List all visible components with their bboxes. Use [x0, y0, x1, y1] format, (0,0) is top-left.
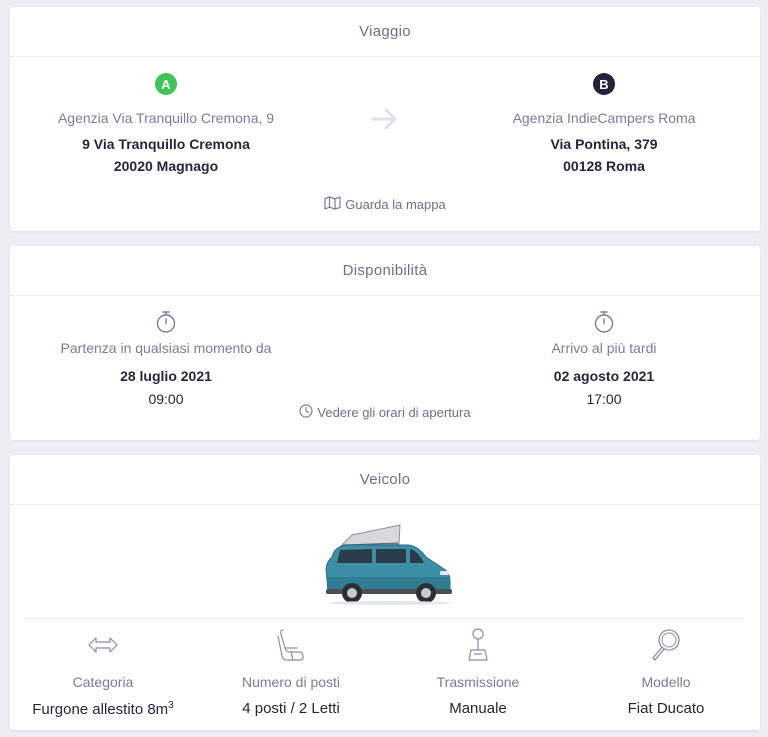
origin-location: A Agenzia Via Tranquillo Cremona, 9 9 Vi…: [10, 73, 322, 174]
magnifier-icon: [573, 627, 759, 663]
departure-date: 28 luglio 2021: [120, 368, 212, 384]
stopwatch-icon: [46, 310, 286, 334]
spec-seats: Numero di posti 4 posti / 2 Letti: [198, 627, 384, 717]
map-icon: [324, 196, 341, 213]
spec-category-value: Furgone allestito 8m3: [32, 700, 174, 718]
clock-icon: [299, 404, 313, 421]
arrival-date: 02 agosto 2021: [553, 368, 655, 384]
spec-category-label: Categoria: [72, 674, 134, 690]
vehicle-title: Veicolo: [10, 455, 760, 505]
spec-seats-value: 4 posti / 2 Letti: [242, 700, 340, 717]
opening-hours-label[interactable]: Vedere gli orari di apertura: [317, 405, 470, 420]
destination-agency-name: Agenzia IndieCampers Roma: [512, 110, 696, 126]
destination-badge: B: [593, 73, 615, 95]
vehicle-card: Veicolo Categoria Furgone allestito 8m3 …: [10, 455, 760, 730]
departure-slot: Partenza in qualsiasi momento da 28 lugl…: [46, 310, 286, 407]
trip-title: Viaggio: [10, 7, 760, 57]
spec-transmission-value: Manuale: [449, 700, 507, 717]
spec-model-label: Modello: [641, 674, 691, 690]
size-arrows-icon: [10, 627, 196, 663]
spec-model: Modello Fiat Ducato: [573, 627, 759, 717]
arrow-right-icon: [371, 107, 399, 136]
destination-address-street: Via Pontina, 379: [550, 136, 658, 152]
origin-badge: A: [155, 73, 177, 95]
specs-divider: [26, 618, 744, 619]
seat-icon: [198, 627, 384, 663]
arrival-label: Arrivo al più tardi: [551, 340, 657, 356]
opening-hours-link[interactable]: Vedere gli orari di apertura: [10, 404, 760, 421]
spec-seats-label: Numero di posti: [241, 674, 341, 690]
origin-agency-name: Agenzia Via Tranquillo Cremona, 9: [57, 110, 275, 126]
destination-address-city: 00128 Roma: [563, 158, 645, 174]
spec-transmission: Trasmissione Manuale: [385, 627, 571, 717]
spec-model-value: Fiat Ducato: [627, 700, 705, 717]
origin-address-street: 9 Via Tranquillo Cremona: [82, 136, 250, 152]
spec-category: Categoria Furgone allestito 8m3: [10, 627, 196, 718]
spec-transmission-label: Trasmissione: [436, 674, 520, 690]
destination-location: B Agenzia IndieCampers Roma Via Pontina,…: [448, 73, 760, 174]
view-map-label[interactable]: Guarda la mappa: [345, 197, 445, 212]
gear-shift-icon: [385, 627, 571, 663]
origin-address-city: 20020 Magnago: [113, 158, 219, 174]
availability-card: Disponibilità Partenza in qualsiasi mome…: [10, 246, 760, 440]
stopwatch-icon: [484, 310, 724, 334]
view-map-link[interactable]: Guarda la mappa: [10, 196, 760, 213]
arrival-slot: Arrivo al più tardi 02 agosto 2021 17:00: [484, 310, 724, 407]
trip-card: Viaggio A Agenzia Via Tranquillo Cremona…: [10, 7, 760, 231]
availability-title: Disponibilità: [10, 246, 760, 296]
departure-label: Partenza in qualsiasi momento da: [60, 340, 272, 356]
camper-van-image: [322, 521, 458, 610]
